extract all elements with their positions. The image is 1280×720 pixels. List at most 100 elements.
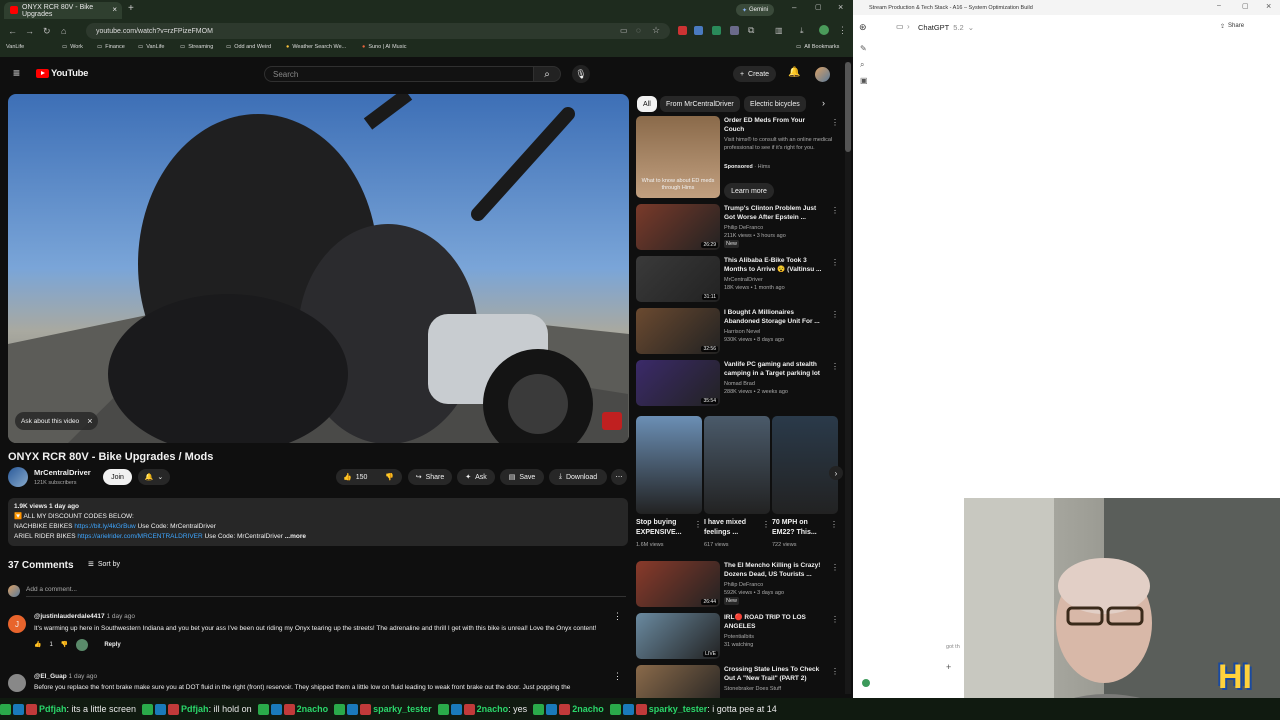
bookmark-vanlife[interactable]: VanLife xyxy=(6,44,24,50)
chip-electric-bicycles[interactable]: Electric bicycles xyxy=(744,96,806,112)
reply-button[interactable]: Reply xyxy=(104,641,120,650)
video-thumbnail[interactable]: 32:56 xyxy=(636,308,720,354)
minimize-icon[interactable]: – xyxy=(1217,2,1221,9)
video-menu-icon[interactable]: ⋮ xyxy=(831,615,839,624)
comment-menu-icon[interactable]: ⋮ xyxy=(613,672,622,681)
desc-link[interactable]: https://bit.ly/4kGrBuw xyxy=(74,523,135,530)
browser-tab[interactable]: ONYX RCR 80V - Bike Upgrades × xyxy=(4,2,122,19)
recommended-video[interactable]: LIVE IRL🔴 ROAD TRIP TO LOS ANGELES Potenti… xyxy=(636,613,839,661)
video-player[interactable]: Ask about this video × xyxy=(8,94,629,443)
address-bar[interactable]: youtube.com/watch?v=rzFPizeFMOM xyxy=(86,23,670,39)
back-icon[interactable]: ← xyxy=(8,26,18,36)
recommended-video[interactable]: 32:56 I Bought A Millionaires Abandoned S… xyxy=(636,308,839,356)
channel-name[interactable]: Philip DeFranco xyxy=(724,581,834,589)
ask-button[interactable]: ✦ Ask xyxy=(457,469,495,485)
channel-name[interactable]: MrCentralDriver xyxy=(34,468,91,477)
bookmark-suno[interactable]: ● Suno | AI Music xyxy=(362,44,406,50)
video-thumbnail[interactable]: 31:11 xyxy=(636,256,720,302)
desc-link[interactable]: https://arielrider.com/MRCENTRALDRIVER xyxy=(77,533,202,540)
notifications-bell-icon[interactable]: 🔔 xyxy=(788,67,800,78)
short-title[interactable]: Stop buying EXPENSIVE... xyxy=(636,518,692,538)
close-window-icon[interactable]: × xyxy=(1266,1,1271,11)
search-button[interactable]: ⌕ xyxy=(533,66,561,82)
search-icon[interactable]: ⌕ xyxy=(860,60,864,70)
minimize-icon[interactable]: – xyxy=(792,3,796,12)
commenter-avatar[interactable] xyxy=(8,674,26,692)
shorts-next-button[interactable]: › xyxy=(829,466,843,480)
bookmark-odd[interactable]: ▭ Odd and Weird xyxy=(226,44,271,50)
short-card[interactable]: 70 MPH on EM22? This... 722 views ⋮ xyxy=(772,416,838,551)
download-icon[interactable]: ⤓ xyxy=(800,26,804,36)
maximize-icon[interactable]: ▢ xyxy=(815,3,822,11)
short-thumbnail[interactable] xyxy=(704,416,770,514)
bookmark-finance[interactable]: ▭ Finance xyxy=(97,44,125,50)
share-button[interactable]: ↪ Share xyxy=(408,469,452,485)
short-title[interactable]: I have mixed feelings ... xyxy=(704,518,760,538)
short-card[interactable]: Stop buying EXPENSIVE... 1.6M views ⋮ xyxy=(636,416,702,551)
ad-thumbnail[interactable]: What to know about ED meds through Hims xyxy=(636,116,720,198)
menu-kebab-icon[interactable]: ⋮ xyxy=(838,25,847,36)
channel-name[interactable]: Potentialbits xyxy=(724,633,834,641)
video-title[interactable]: This Alibaba E-Bike Took 3 Months to Arr… xyxy=(724,256,824,274)
recommended-video[interactable]: 31:11 This Alibaba E-Bike Took 3 Months t… xyxy=(636,256,839,304)
commenter-avatar[interactable]: J xyxy=(8,615,26,633)
chevron-right-icon[interactable]: › xyxy=(822,98,825,108)
chip-all[interactable]: All xyxy=(637,96,657,112)
video-title[interactable]: Vanlife PC gaming and stealth camping in… xyxy=(724,360,824,378)
bookmark-work[interactable]: ▭ Work xyxy=(62,44,83,50)
video-thumbnail[interactable]: 26:29 xyxy=(636,204,720,250)
video-thumbnail[interactable]: 26:44 xyxy=(636,561,720,607)
comment-author[interactable]: @El_Guap xyxy=(34,673,67,680)
more-link[interactable]: ...more xyxy=(285,533,306,540)
subscribe-bell-button[interactable]: 🔔 ⌄ xyxy=(138,469,170,485)
video-menu-icon[interactable]: ⋮ xyxy=(831,310,839,319)
extension-icon[interactable] xyxy=(730,26,739,35)
description-box[interactable]: 1.9K views 1 day ago 🔽 ALL MY DISCOUNT C… xyxy=(8,498,628,546)
add-comment-input[interactable]: Add a comment... xyxy=(26,586,626,597)
home-icon[interactable]: ⌂ xyxy=(61,26,71,36)
share-button[interactable]: ⇪ Share xyxy=(1220,23,1244,30)
learn-more-button[interactable]: Learn more xyxy=(724,183,774,199)
sponsored-ad[interactable]: What to know about ED meds through Hims … xyxy=(636,116,839,200)
ad-menu-icon[interactable]: ⋮ xyxy=(831,118,839,127)
eye-off-icon[interactable]: ◌ xyxy=(636,26,641,35)
video-menu-icon[interactable]: ⋮ xyxy=(831,667,839,676)
video-title[interactable]: Crossing State Lines To Check Out A "New… xyxy=(724,665,824,683)
sidepanel-icon[interactable]: ▥ xyxy=(775,26,783,35)
save-button[interactable]: ▤ Save xyxy=(500,469,544,485)
like-icon[interactable]: 👍 xyxy=(343,473,352,481)
ask-about-video-chip[interactable]: Ask about this video × xyxy=(15,412,99,430)
bookmark-streaming[interactable]: ▭ Streaming xyxy=(180,44,213,50)
scrollbar-thumb[interactable] xyxy=(845,62,851,152)
reload-icon[interactable]: ↻ xyxy=(43,26,53,36)
like-count[interactable]: 150 xyxy=(356,474,368,481)
video-menu-icon[interactable]: ⋮ xyxy=(831,258,839,267)
short-menu-icon[interactable]: ⋮ xyxy=(762,520,770,529)
chip-from-channel[interactable]: From MrCentralDriver xyxy=(660,96,740,112)
user-avatar[interactable] xyxy=(862,679,870,687)
channel-name[interactable]: MrCentralDriver xyxy=(724,276,834,284)
video-title[interactable]: I Bought A Millionaires Abandoned Storag… xyxy=(724,308,824,326)
new-chat-icon[interactable]: ✎ xyxy=(860,44,867,53)
mic-button[interactable]: 🎙 xyxy=(572,65,590,83)
channel-name[interactable]: Nomad Brad xyxy=(724,380,834,388)
new-tab-icon[interactable]: + xyxy=(128,3,134,14)
short-title[interactable]: 70 MPH on EM22? This... xyxy=(772,518,828,538)
cast-icon[interactable]: ▭ xyxy=(620,26,628,35)
all-bookmarks[interactable]: ▭ All Bookmarks xyxy=(796,44,839,50)
hamburger-menu-icon[interactable]: ≡ xyxy=(13,66,20,80)
close-icon[interactable]: × xyxy=(87,416,92,426)
library-icon[interactable]: ▣ xyxy=(860,76,868,85)
dislike-icon[interactable]: 👎 xyxy=(385,473,394,481)
model-selector[interactable]: ChatGPT 5.2 ⌄ xyxy=(918,23,974,32)
maximize-icon[interactable]: ▢ xyxy=(1242,2,1249,10)
extension-icon[interactable] xyxy=(678,26,687,35)
bookmark-star-icon[interactable]: ☆ xyxy=(652,25,660,36)
comment-author[interactable]: @justinlauderdale4417 xyxy=(34,613,105,620)
channel-avatar[interactable] xyxy=(8,467,28,487)
video-menu-icon[interactable]: ⋮ xyxy=(831,206,839,215)
extension-icon[interactable] xyxy=(712,26,721,35)
recommended-video[interactable]: 26:29 Trump's Clinton Problem Just Got Wo… xyxy=(636,204,839,252)
join-button[interactable]: Join xyxy=(103,469,132,485)
channel-name[interactable]: Harrison Nevel xyxy=(724,328,834,336)
